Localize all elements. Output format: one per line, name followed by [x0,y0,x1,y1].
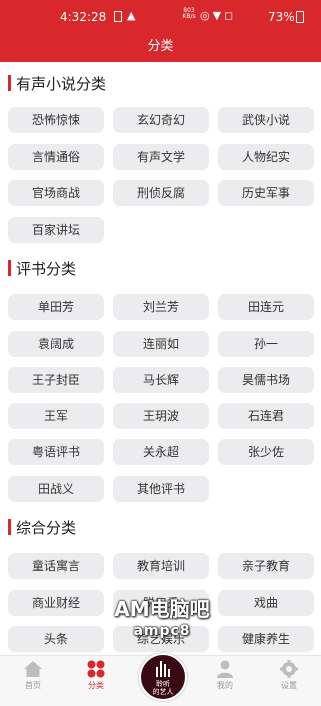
category-chip[interactable]: 田战义 [8,476,104,502]
category-chip[interactable]: 童话寓言 [8,553,104,579]
category-chip[interactable]: 头条 [8,626,104,652]
category-chip[interactable]: 人物纪实 [218,144,314,170]
warning-icon: ▲ [127,9,136,22]
category-chip[interactable]: 历史军事 [218,180,314,206]
gear-icon [280,660,298,678]
category-chip[interactable]: 昊儒书场 [218,367,314,393]
category-chip[interactable]: 单田芳 [8,294,104,320]
clock: 4:32:28 [60,10,107,24]
category-chip[interactable]: 武侠小说 [218,107,314,133]
nav-settings[interactable]: 设置 [264,660,314,691]
category-chip[interactable]: 张少佐 [218,439,314,465]
category-chip[interactable]: 戏曲 [218,590,314,616]
home-icon [24,661,42,677]
nav-mine[interactable]: 我的 [200,660,250,691]
battery-percent: 73% [268,10,295,24]
nav-home[interactable]: 首页 [8,660,58,691]
category-chip[interactable]: 恐怖惊悚 [8,107,104,133]
category-chip[interactable]: 王军 [8,403,104,429]
category-chip[interactable]: 官场商战 [8,180,104,206]
battery-icon [296,11,304,23]
section-accent-bar [8,75,11,91]
category-chip[interactable]: 王子封臣 [8,367,104,393]
category-chip[interactable]: 粤语评书 [8,439,104,465]
category-chip[interactable]: 其他评书 [113,476,209,502]
section-title-general: 综合分类 [8,518,76,538]
status-bar: 4:32:28 ▲ 803 KB/s ◎▼◻ 73% [0,0,321,34]
category-chip[interactable]: 连丽如 [113,331,209,357]
section-title-audiobook: 有声小说分类 [8,74,106,94]
category-chip[interactable]: 刘兰芳 [113,294,209,320]
person-icon [217,660,233,678]
category-chip[interactable]: 脱口秀 [113,590,209,616]
section-accent-bar [8,260,11,276]
section-accent-bar [8,519,11,535]
nav-category[interactable]: 分类 [71,660,121,691]
category-chip[interactable]: 田连元 [218,294,314,320]
category-chip[interactable]: 袁阔成 [8,331,104,357]
page-title: 分类 [0,34,321,62]
category-chip[interactable]: 关永超 [113,439,209,465]
category-chip[interactable]: 亲子教育 [218,553,314,579]
sim-icon [114,11,122,22]
category-chip[interactable]: 教育培训 [113,553,209,579]
section-title-pingshu: 评书分类 [8,259,76,279]
category-chip[interactable]: 有声文学 [113,144,209,170]
category-chip[interactable]: 商业财经 [8,590,104,616]
network-speed: 803 KB/s [182,7,196,20]
grid-icon [87,660,105,678]
category-chip[interactable]: 孙一 [218,331,314,357]
category-chip[interactable]: 王玥波 [113,403,209,429]
category-chip[interactable]: 言情通俗 [8,144,104,170]
category-chip[interactable]: 玄幻奇幻 [113,107,209,133]
category-chip[interactable]: 健康养生 [218,626,314,652]
category-chip[interactable]: 石连君 [218,403,314,429]
category-chip[interactable]: 马长辉 [113,367,209,393]
center-play-button[interactable]: 聆听 的艺人 [139,653,187,701]
category-chip[interactable]: 刑侦反腐 [113,180,209,206]
category-chip[interactable]: 百家讲坛 [8,217,104,243]
signal-icons: ◎▼◻ [200,9,237,22]
equalizer-icon [156,661,170,677]
category-chip[interactable]: 综艺娱乐 [113,626,209,652]
